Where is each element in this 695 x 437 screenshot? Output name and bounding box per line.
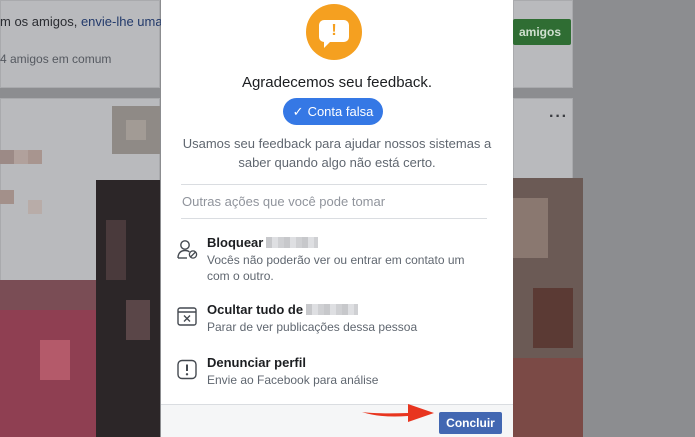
exclamation-glyph: ! xyxy=(331,22,337,39)
option-block-title-text: Bloquear xyxy=(207,235,264,250)
selected-reason-chip[interactable]: ✓ Conta falsa xyxy=(283,98,383,125)
feedback-description: Usamos seu feedback para ajudar nossos s… xyxy=(182,136,492,170)
blurred-photo-right xyxy=(513,178,583,437)
person-block-icon xyxy=(177,240,198,259)
checkmark-icon: ✓ xyxy=(292,103,304,119)
mutual-friends-text: 4 amigos em comum xyxy=(0,52,112,66)
other-actions-header: Outras ações que você pode tomar xyxy=(182,194,386,209)
option-hide-title: Ocultar tudo de xyxy=(207,302,359,317)
redacted-name xyxy=(306,304,359,315)
feedback-badge: ! xyxy=(306,4,362,60)
red-arrow-annotation-icon xyxy=(362,404,434,422)
friends-line: m os amigos, envie-lhe uma xyxy=(0,14,163,29)
hide-box-icon xyxy=(177,307,197,326)
blurred-avatar-left xyxy=(112,106,160,154)
option-hide-title-text: Ocultar tudo de xyxy=(207,302,304,317)
blurred-photo-left xyxy=(0,150,96,437)
add-friend-button[interactable]: amigos xyxy=(513,19,572,45)
option-report-profile[interactable]: Denunciar perfil Envie ao Facebook para … xyxy=(175,355,495,389)
blurred-photo-middle-left xyxy=(96,180,160,437)
option-report-desc: Envie ao Facebook para análise xyxy=(207,373,379,387)
friends-line-text: m os amigos, xyxy=(0,14,78,29)
option-hide-desc: Parar de ver publicações dessa pessoa xyxy=(207,320,418,334)
option-block-desc: Vocês não poderão ver ou entrar em conta… xyxy=(207,253,465,283)
dialog-title: Agradecemos seu feedback. xyxy=(241,74,433,91)
option-hide-all[interactable]: Ocultar tudo de Parar de ver publicações… xyxy=(175,302,495,336)
more-options-icon[interactable]: ··· xyxy=(549,108,568,126)
option-report-title: Denunciar perfil xyxy=(207,355,306,370)
alert-report-icon xyxy=(177,359,197,380)
divider-bottom xyxy=(181,218,487,219)
divider-top xyxy=(181,184,487,185)
exclamation-speech-icon: ! xyxy=(319,20,349,48)
option-block-title: Bloquear xyxy=(207,235,319,250)
option-block[interactable]: Bloquear Vocês não poderão ver ou entrar… xyxy=(175,235,495,283)
friends-link[interactable]: envie-lhe uma xyxy=(81,14,163,29)
done-button[interactable]: Concluir xyxy=(439,412,502,434)
redacted-name xyxy=(266,237,319,248)
feedback-dialog: ! Agradecemos seu feedback. ✓ Conta fals… xyxy=(161,0,513,437)
selected-reason-label: Conta falsa xyxy=(307,104,374,119)
